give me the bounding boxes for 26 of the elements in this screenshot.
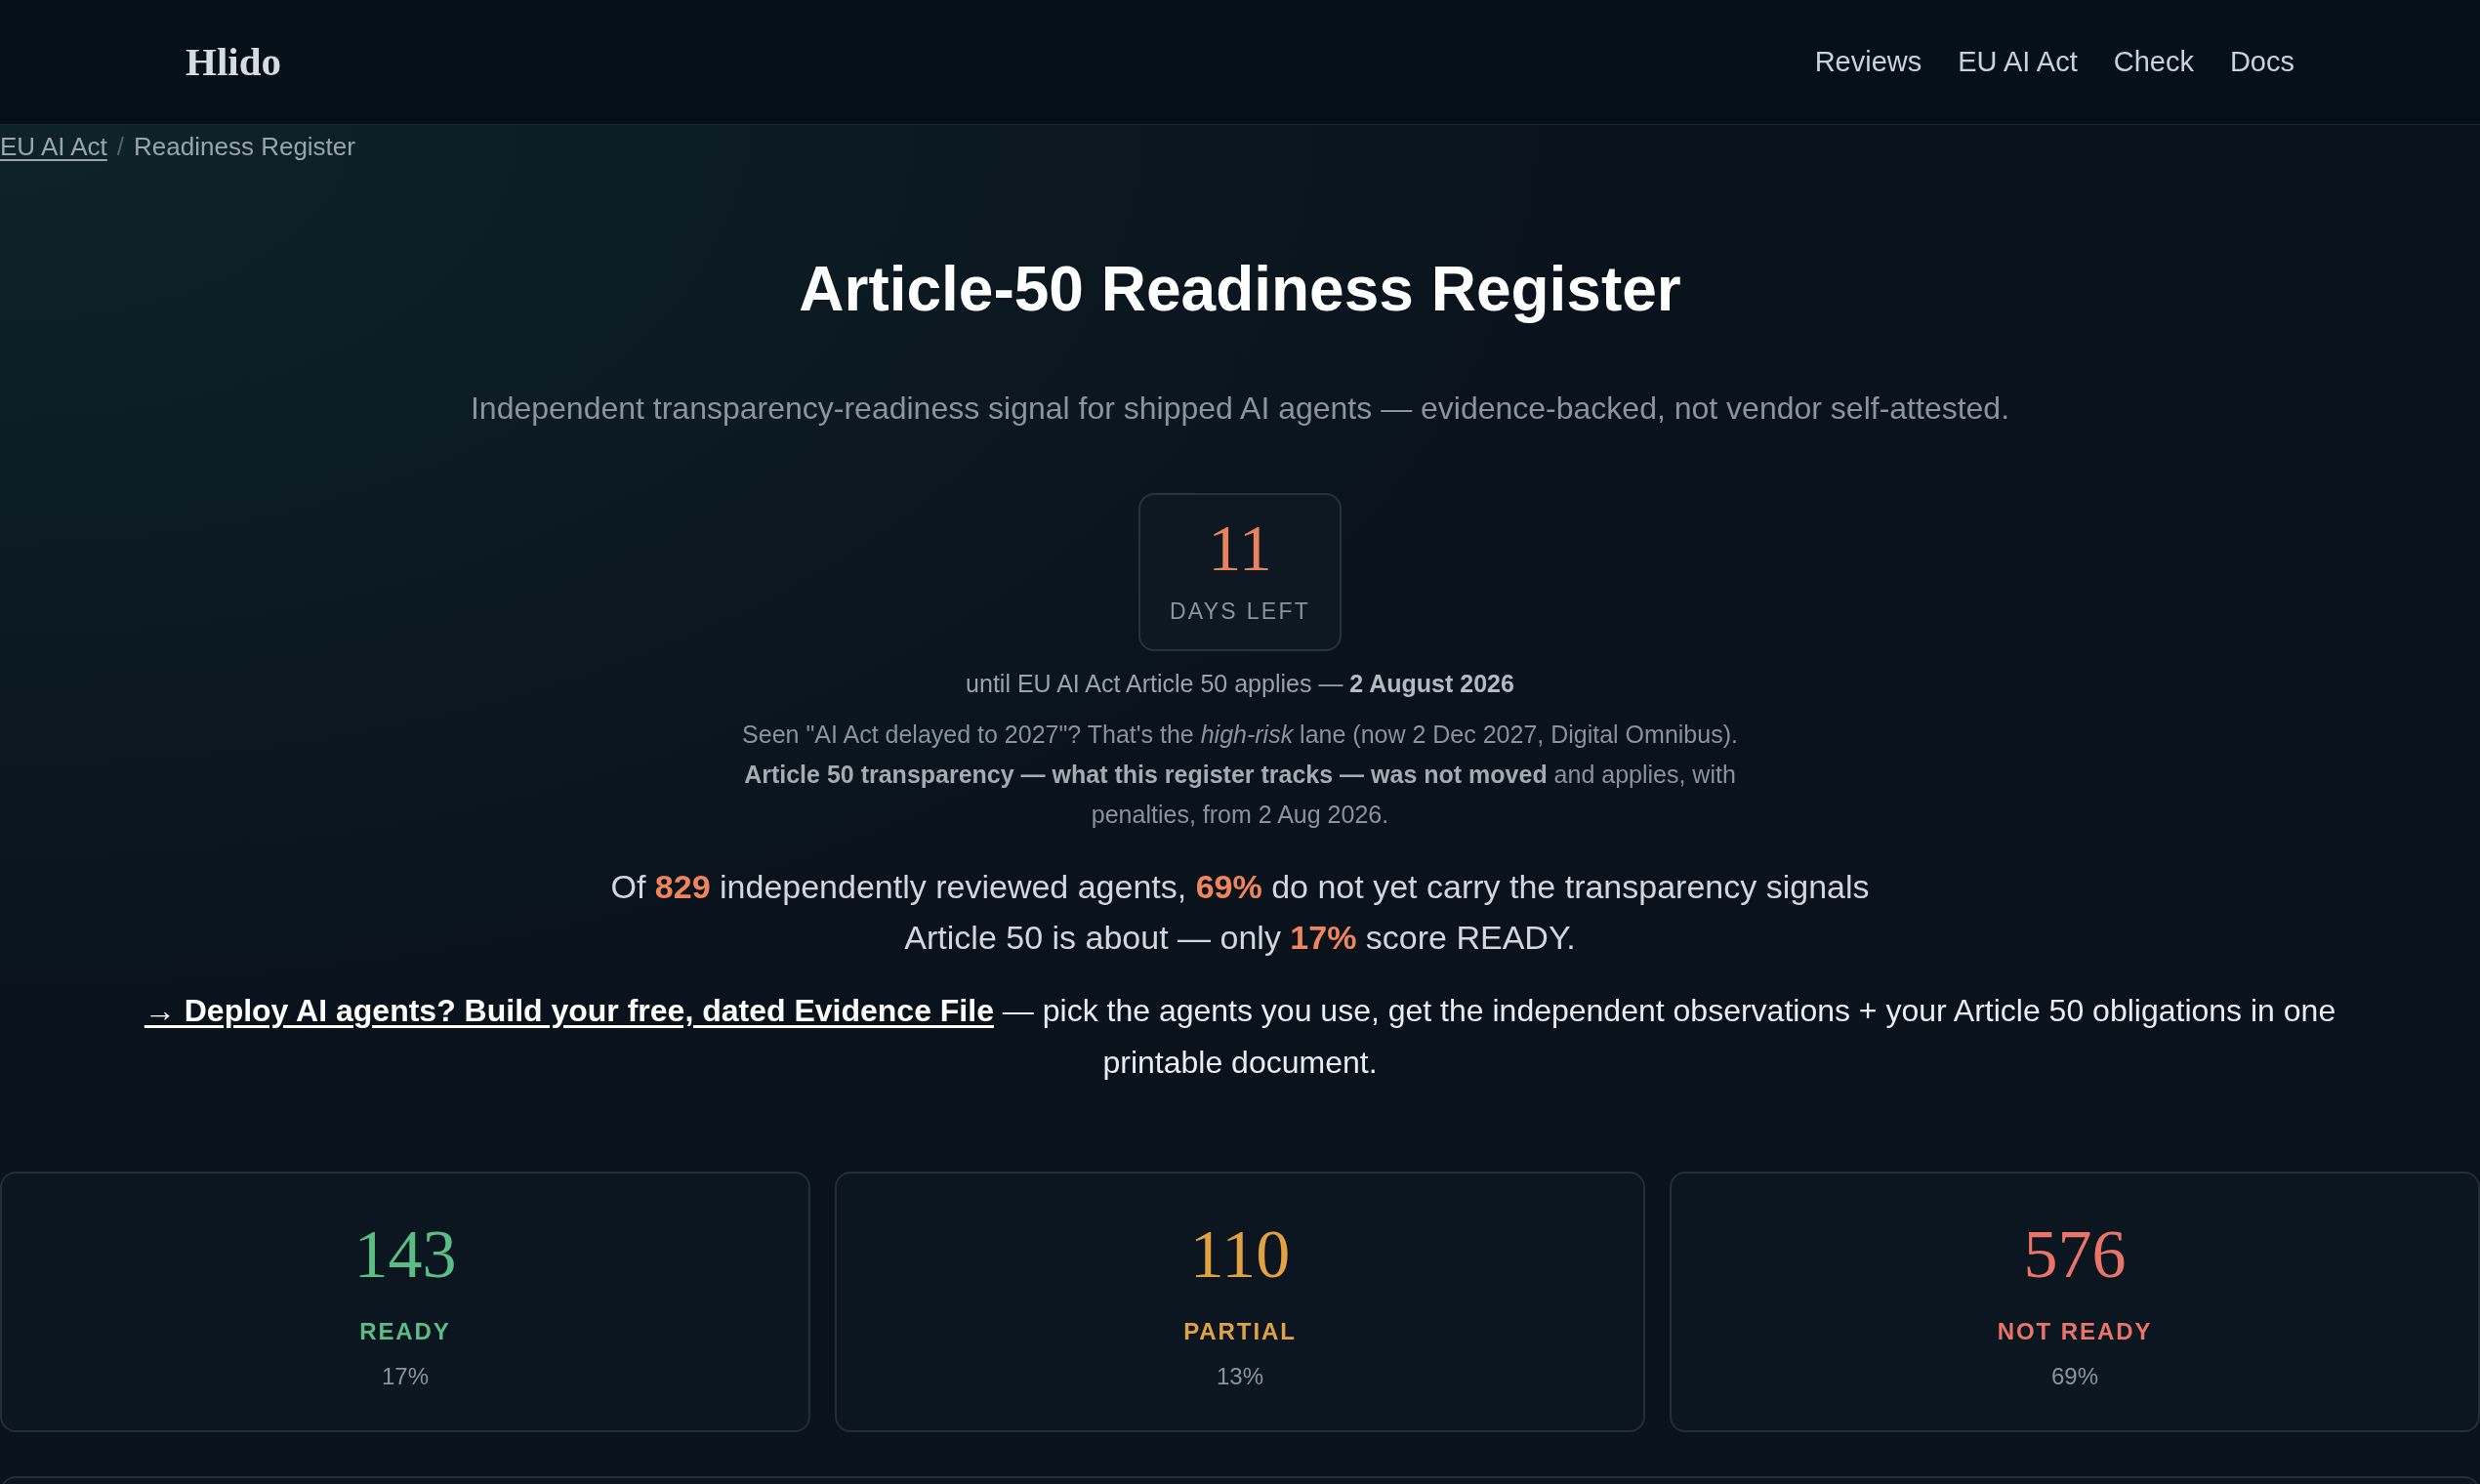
countdown-number: 11 (1208, 510, 1272, 587)
tier-share: 17% (381, 1362, 429, 1391)
nav-link[interactable]: EU AI Act (1958, 40, 2078, 84)
logo[interactable]: Hlido (186, 31, 281, 93)
summary-text: Of 829 independently reviewed agents, 69% do not yet carry the transparency signals Article 50 is about — only 17% score READY. (609, 867, 1871, 958)
tier-label: READY (359, 1317, 451, 1346)
breadcrumb-separator: / (116, 131, 125, 163)
tier-share: 69% (2050, 1362, 2098, 1391)
deadline-note: until EU AI Act Article 50 applies — 2 August 2026 (966, 669, 1514, 699)
evidence-file-link[interactable]: → Deploy AI agents? Build your free, dated Evidence File (144, 993, 994, 1028)
breadcrumb-current: Readiness Register (134, 131, 355, 163)
page-subtitle: Independent transparency-readiness signal for shipped AI agents — evidence-backed, not vendor self-attested. (470, 390, 2010, 428)
nav-link[interactable]: Docs (2229, 40, 2294, 84)
tier-label: NOT READY (1997, 1317, 2153, 1346)
tier-count: 110 (1189, 1216, 1291, 1293)
countdown-label: DAYS LEFT (1169, 598, 1311, 626)
tier-count: 143 (353, 1216, 457, 1293)
tier-share: 13% (1216, 1362, 1263, 1391)
tier-count: 576 (2023, 1216, 2127, 1293)
page-title: Article-50 Readiness Register (799, 253, 1681, 326)
tier-label: PARTIAL (1183, 1317, 1297, 1346)
delay-note: Seen "AI Act delayed to 2027"? That's the high-risk lane (now 2 Dec 2027, Digital Omnibus). Article 50 transparency — what this register tracks — was not moved and applies, with penalties, from 2 Aug 2026. (741, 720, 1739, 830)
nav-link[interactable]: Reviews (1814, 40, 1922, 84)
nav-link[interactable]: Check (2113, 40, 2194, 84)
breadcrumb-link[interactable]: EU AI Act (0, 129, 107, 164)
cta-text: → Deploy AI agents? Build your free, dated Evidence File — pick the agents you use, get the independent observations + your Article 50 obligations in one printable document. (143, 992, 2337, 1082)
